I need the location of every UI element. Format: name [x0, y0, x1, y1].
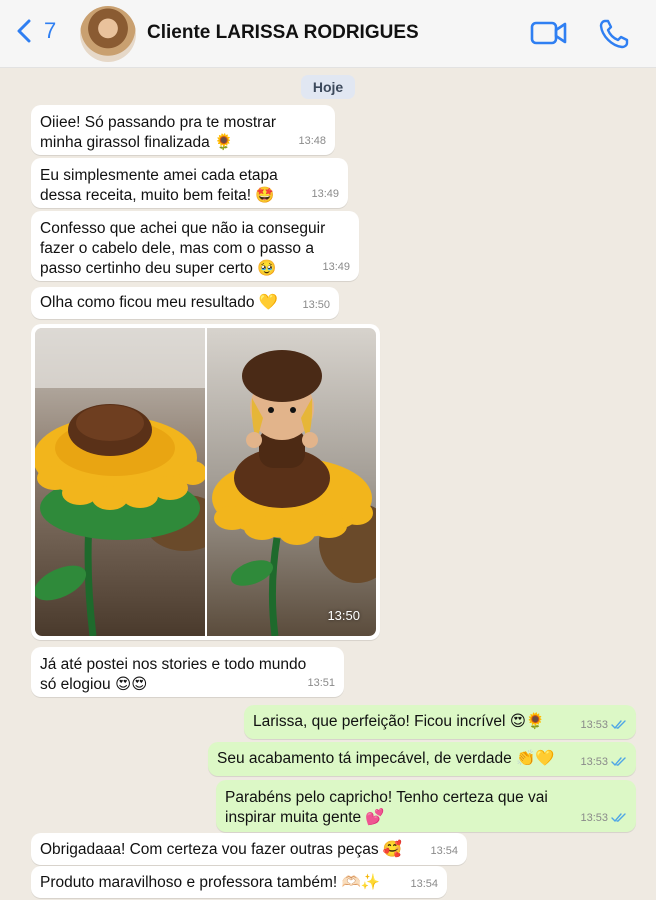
read-receipt-icon — [611, 757, 626, 767]
message-bubble-outgoing[interactable]: Parabéns pelo capricho! Tenho certeza qu… — [216, 780, 636, 832]
read-receipt-icon — [611, 813, 626, 823]
message-text: Olha como ficou meu resultado 💛 — [40, 294, 279, 311]
chat-header: 7 Cliente LARISSA RODRIGUES — [0, 0, 656, 68]
message-bubble-outgoing[interactable]: Larissa, que perfeição! Ficou incrível 😍… — [244, 705, 636, 739]
video-call-icon[interactable] — [530, 18, 568, 48]
message-text: Confesso que achei que não ia conseguir … — [40, 220, 326, 277]
message-text: Seu acabamento tá impecável, de verdade … — [217, 750, 555, 767]
message-text: Obrigadaaa! Com certeza vou fazer outras… — [40, 841, 403, 858]
message-bubble[interactable]: Eu simplesmente amei cada etapa dessa re… — [31, 158, 348, 208]
chevron-left-icon — [17, 19, 31, 43]
image-message[interactable]: 13:50 — [31, 324, 380, 640]
avatar[interactable] — [80, 6, 136, 62]
photo-sunflower[interactable] — [35, 328, 205, 636]
message-text: Parabéns pelo capricho! Tenho certeza qu… — [225, 789, 548, 826]
message-time: 13:53 — [580, 715, 627, 735]
image-time: 13:50 — [327, 608, 360, 623]
unread-count: 7 — [44, 18, 57, 43]
message-time: 13:49 — [322, 261, 350, 273]
phone-icon[interactable] — [598, 18, 630, 50]
message-time: 13:49 — [311, 188, 339, 200]
chat-area[interactable]: Hoje Oiiee! Só passando pra te mostrar m… — [0, 68, 656, 900]
message-bubble[interactable]: Já até postei nos stories e todo mundo s… — [31, 647, 344, 697]
doll-crochet-image — [206, 328, 376, 636]
date-chip: Hoje — [301, 75, 355, 99]
photo-collage[interactable]: 13:50 — [35, 328, 376, 636]
message-bubble-outgoing[interactable]: Seu acabamento tá impecável, de verdade … — [208, 742, 636, 776]
message-time: 13:54 — [410, 878, 438, 890]
message-time: 13:54 — [430, 845, 458, 857]
message-text: Já até postei nos stories e todo mundo s… — [40, 656, 307, 693]
message-text: Eu simplesmente amei cada etapa dessa re… — [40, 167, 278, 204]
message-text: Oiiee! Só passando pra te mostrar minha … — [40, 114, 277, 151]
message-time: 13:48 — [298, 135, 326, 147]
message-bubble[interactable]: Confesso que achei que não ia conseguir … — [31, 211, 359, 281]
read-receipt-icon — [611, 720, 626, 730]
photo-doll[interactable] — [206, 328, 376, 636]
message-time: 13:53 — [580, 808, 627, 828]
back-button[interactable]: 7 — [14, 18, 56, 44]
message-time: 13:51 — [307, 677, 335, 689]
message-time: 13:53 — [580, 752, 627, 772]
contact-name[interactable]: Cliente LARISSA RODRIGUES — [147, 22, 419, 44]
message-text: Larissa, que perfeição! Ficou incrível 😍… — [253, 713, 546, 730]
message-bubble[interactable]: Obrigadaaa! Com certeza vou fazer outras… — [31, 833, 467, 865]
message-bubble[interactable]: Olha como ficou meu resultado 💛 13:50 — [31, 287, 339, 319]
message-text: Produto maravilhoso e professora também!… — [40, 874, 381, 891]
message-bubble[interactable]: Oiiee! Só passando pra te mostrar minha … — [31, 105, 335, 155]
sunflower-crochet-image — [35, 328, 205, 636]
message-bubble[interactable]: Produto maravilhoso e professora também!… — [31, 866, 447, 898]
message-time: 13:50 — [302, 299, 330, 311]
